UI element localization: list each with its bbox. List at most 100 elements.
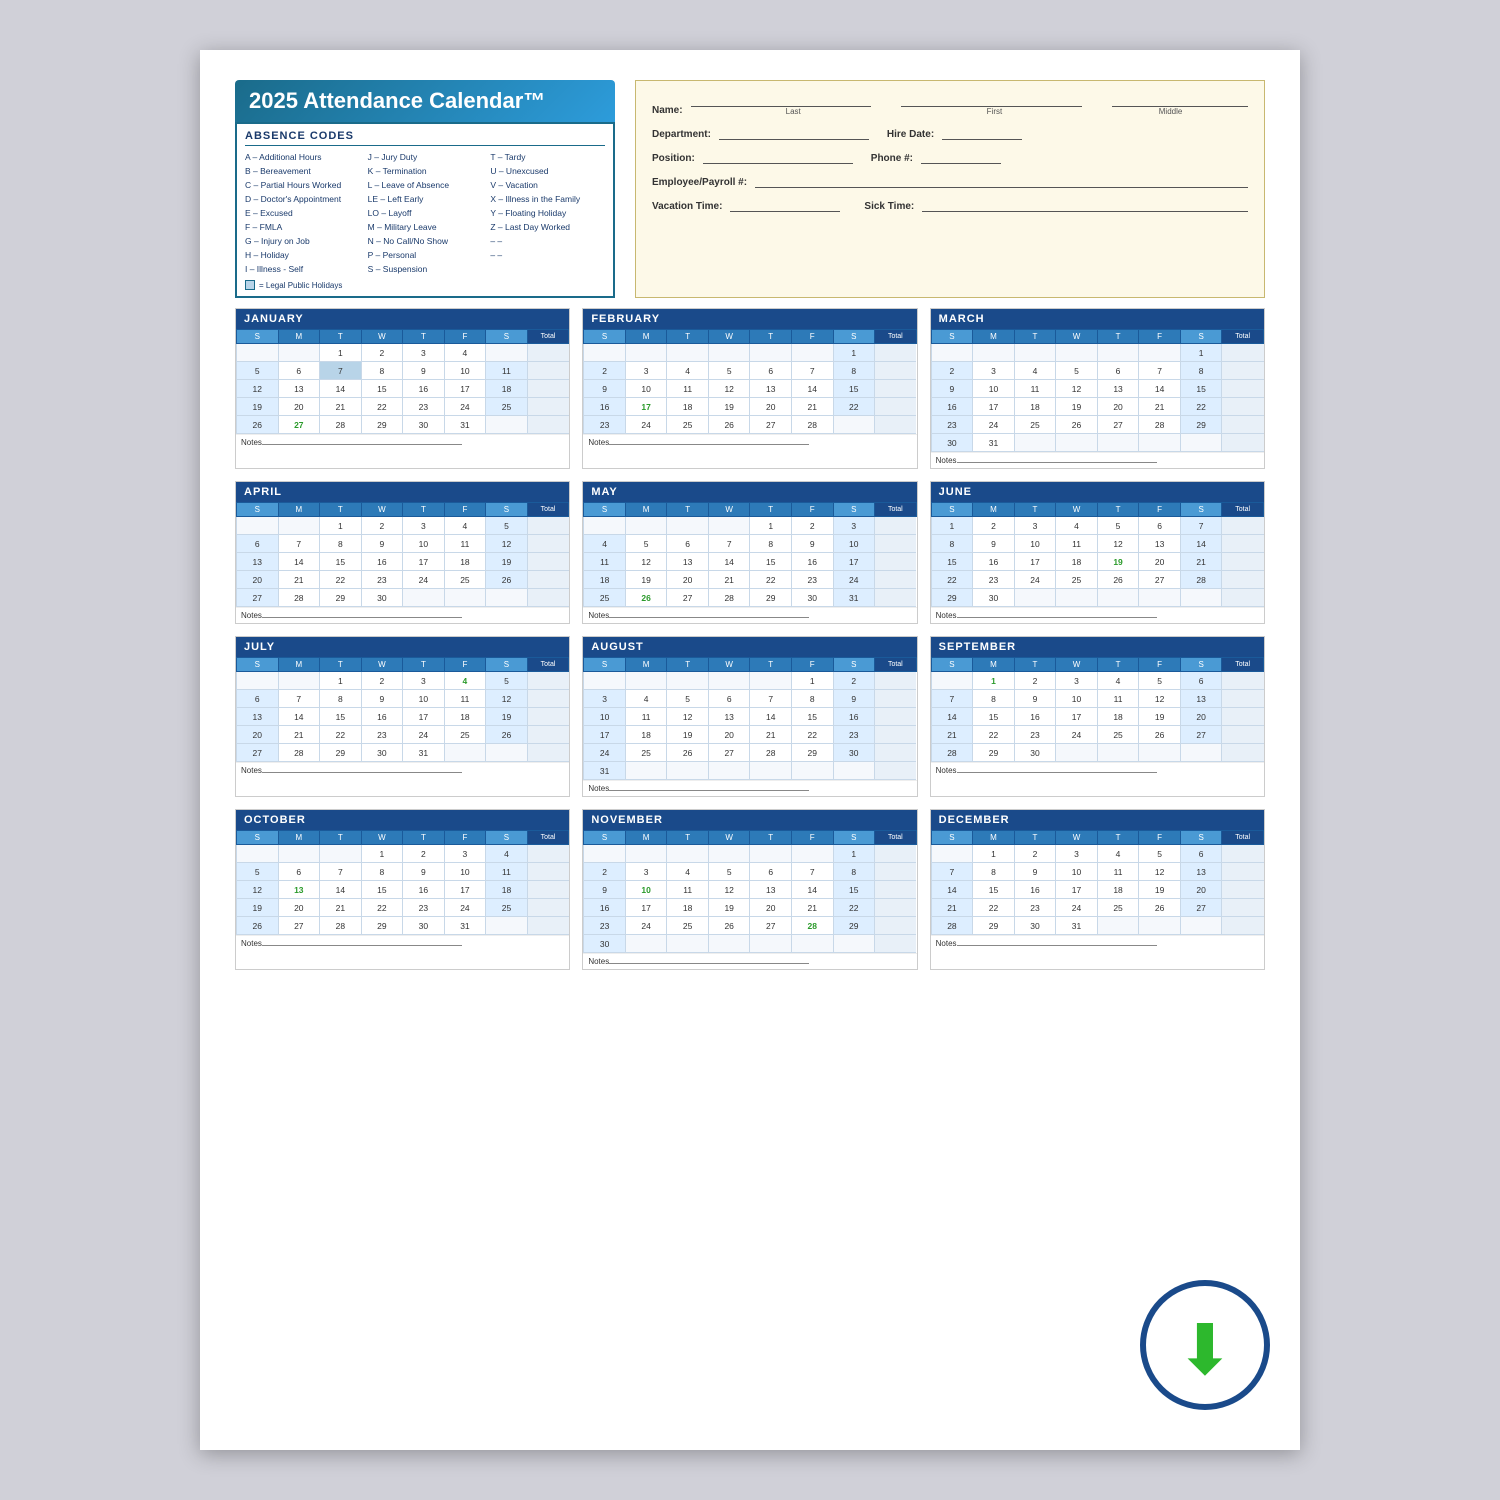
last-label: Last [693, 107, 894, 116]
day-cell [584, 845, 626, 863]
day-cell: 21 [931, 899, 973, 917]
total-cell [527, 553, 569, 571]
day-header-s: S [237, 330, 279, 344]
day-header-f: F [791, 503, 833, 517]
day-header-t: T [403, 658, 445, 672]
day-cell: 23 [361, 726, 403, 744]
day-cell: 31 [1056, 917, 1098, 935]
day-cell: 22 [973, 899, 1015, 917]
day-cell: 4 [486, 845, 528, 863]
day-cell: 19 [667, 726, 709, 744]
day-cell: 30 [931, 434, 973, 452]
total-cell [527, 744, 569, 762]
day-cell [625, 672, 667, 690]
total-cell [1222, 744, 1264, 762]
day-cell: 8 [973, 690, 1015, 708]
day-cell: 13 [237, 553, 279, 571]
day-cell: 6 [1139, 517, 1181, 535]
day-header-w: W [1056, 330, 1098, 344]
first-label: First [894, 107, 1095, 116]
day-header-s: S [486, 831, 528, 845]
day-cell [708, 672, 750, 690]
phone-label: Phone #: [871, 153, 913, 164]
day-cell: 6 [237, 535, 279, 553]
day-cell: 19 [1097, 553, 1139, 571]
day-cell: 8 [833, 362, 875, 380]
download-arrow-icon: ⬇ [1176, 1315, 1235, 1385]
day-cell: 2 [361, 517, 403, 535]
day-cell: 18 [486, 380, 528, 398]
day-cell: 29 [320, 744, 362, 762]
total-cell [1222, 553, 1264, 571]
day-cell [931, 845, 973, 863]
total-cell [1222, 434, 1264, 452]
position-label: Position: [652, 153, 695, 164]
day-cell: 11 [1097, 690, 1139, 708]
day-cell: 23 [584, 917, 626, 935]
day-cell: 26 [1139, 899, 1181, 917]
total-cell [527, 589, 569, 607]
dept-label: Department: [652, 129, 711, 140]
day-cell: 27 [1097, 416, 1139, 434]
day-cell: 30 [403, 416, 445, 434]
day-header-s: S [1180, 330, 1222, 344]
day-cell: 10 [973, 380, 1015, 398]
day-header-total: Total [527, 503, 569, 517]
day-header-s: S [584, 658, 626, 672]
day-cell: 20 [708, 726, 750, 744]
day-cell [1180, 434, 1222, 452]
day-cell: 21 [708, 571, 750, 589]
day-cell: 2 [973, 517, 1015, 535]
day-cell: 16 [1014, 881, 1056, 899]
day-cell [278, 517, 320, 535]
day-cell: 20 [278, 398, 320, 416]
day-cell [584, 517, 626, 535]
day-cell: 14 [278, 708, 320, 726]
day-cell: 2 [833, 672, 875, 690]
day-cell [667, 762, 709, 780]
emp-label: Employee/Payroll #: [652, 177, 747, 188]
day-cell: 21 [791, 899, 833, 917]
day-cell: 11 [667, 380, 709, 398]
day-cell: 18 [486, 881, 528, 899]
day-cell [931, 344, 973, 362]
day-cell: 21 [278, 726, 320, 744]
day-cell: 27 [1139, 571, 1181, 589]
day-header-w: W [361, 330, 403, 344]
total-cell [875, 553, 917, 571]
day-cell: 21 [750, 726, 792, 744]
calendar-may: MAYSMTWTFSTotal1234567891011121314151617… [582, 481, 917, 624]
position-row: Position: Phone #: [652, 150, 1248, 164]
day-cell: 26 [625, 589, 667, 607]
page-title: 2025 Attendance Calendar™ [235, 80, 615, 122]
day-cell: 20 [750, 398, 792, 416]
day-cell: 24 [1014, 571, 1056, 589]
day-cell: 14 [320, 380, 362, 398]
day-cell: 15 [973, 708, 1015, 726]
day-cell [708, 344, 750, 362]
day-cell: 27 [750, 917, 792, 935]
day-cell: 22 [973, 726, 1015, 744]
day-cell: 19 [708, 899, 750, 917]
total-cell [527, 398, 569, 416]
day-header-t: T [1014, 503, 1056, 517]
day-cell: 24 [833, 571, 875, 589]
day-cell [1014, 589, 1056, 607]
day-cell: 9 [584, 380, 626, 398]
day-cell [1139, 344, 1181, 362]
download-overlay[interactable]: ⬇ [1140, 1280, 1270, 1410]
day-cell [1097, 917, 1139, 935]
day-cell: 13 [1097, 380, 1139, 398]
day-header-t: T [667, 831, 709, 845]
day-header-m: M [973, 658, 1015, 672]
total-cell [1222, 899, 1264, 917]
day-header-f: F [444, 831, 486, 845]
day-cell: 17 [1056, 881, 1098, 899]
day-cell: 12 [1097, 535, 1139, 553]
day-cell: 28 [791, 917, 833, 935]
day-cell: 14 [931, 881, 973, 899]
day-header-s: S [1180, 503, 1222, 517]
day-cell [708, 935, 750, 953]
day-cell: 6 [750, 863, 792, 881]
day-header-total: Total [875, 503, 917, 517]
